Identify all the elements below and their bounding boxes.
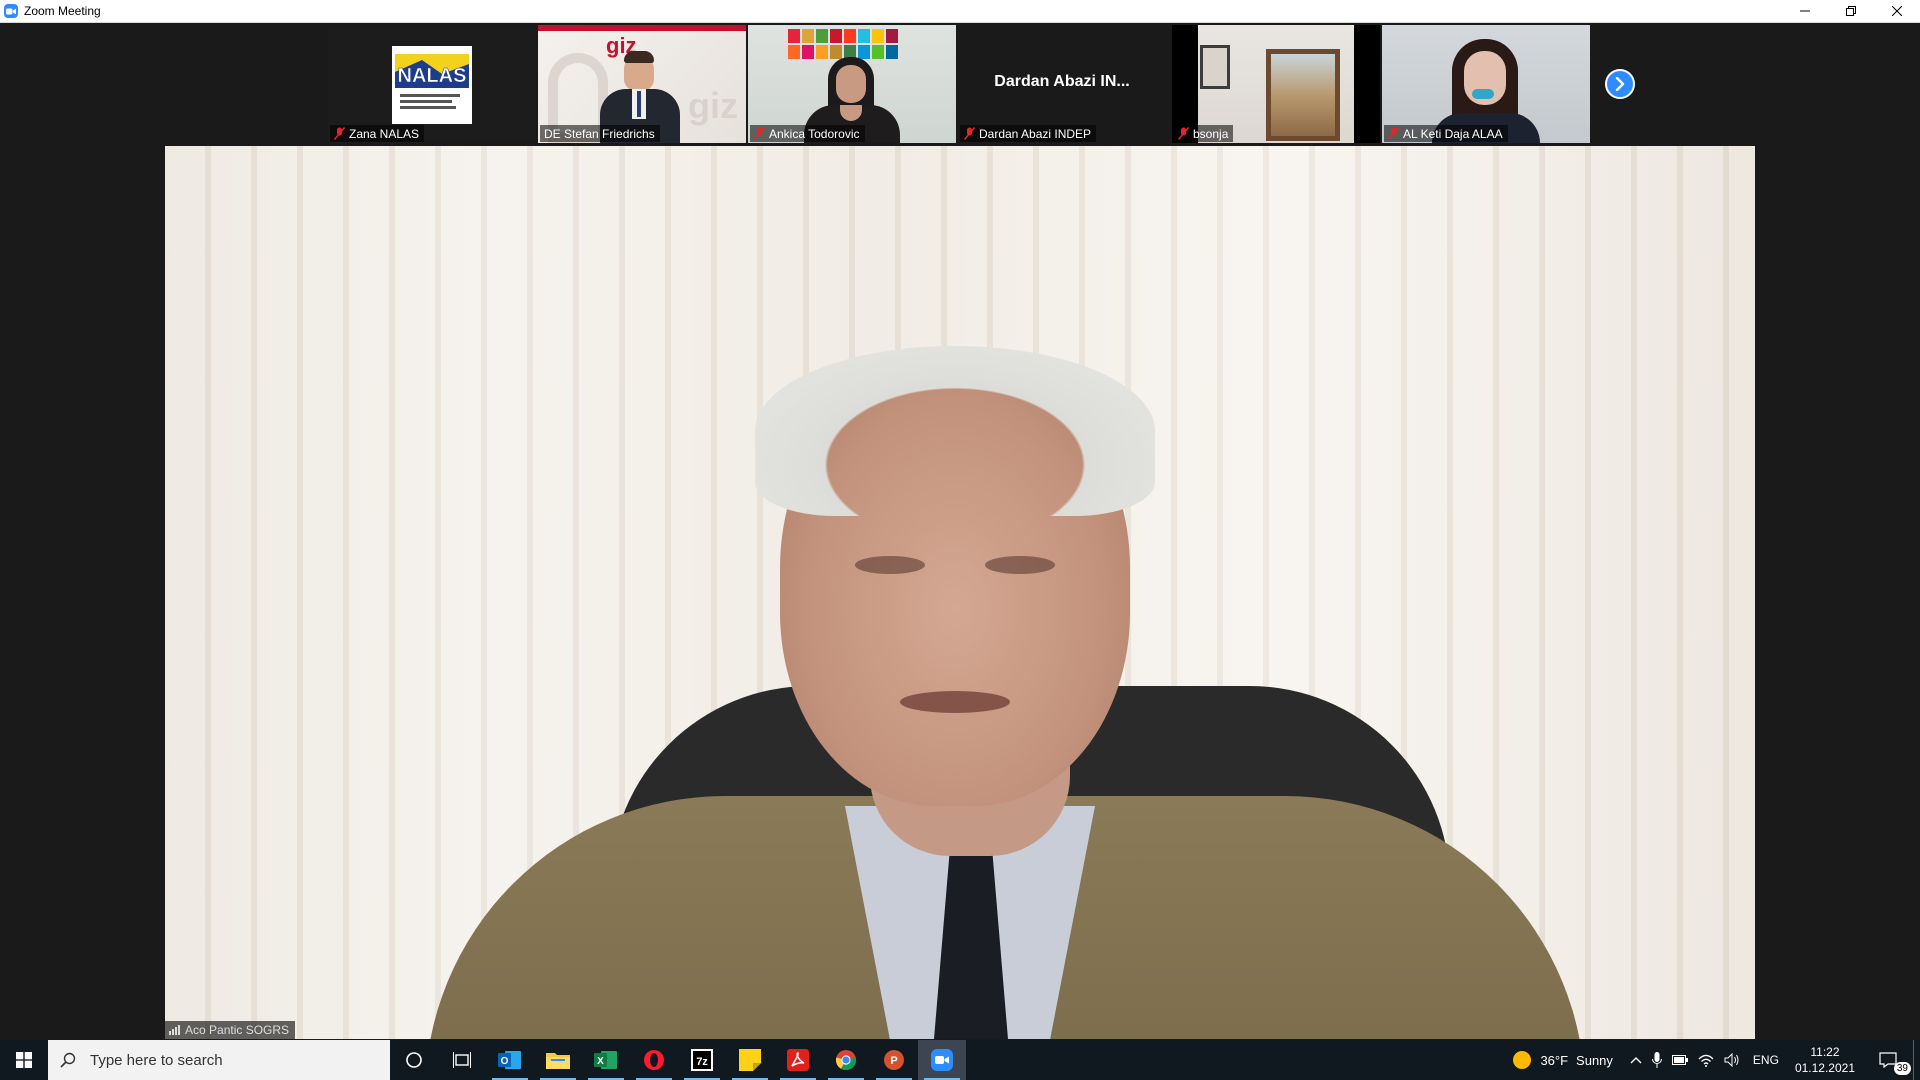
folder-icon	[546, 1053, 570, 1069]
sun-icon	[1513, 1051, 1532, 1069]
muted-mic-icon	[334, 127, 345, 140]
start-button[interactable]	[0, 1040, 48, 1080]
microphone-tray-button[interactable]	[1647, 1040, 1667, 1080]
active-speaker-video[interactable]: Aco Pantic SOGRS	[165, 146, 1755, 1039]
svg-text:7z: 7z	[696, 1056, 708, 1068]
participant-name-label: AL Keti Daja ALAA	[1384, 125, 1508, 142]
speaker-hair	[755, 346, 1155, 516]
windows-logo-icon	[16, 1052, 32, 1068]
wifi-icon	[1698, 1054, 1714, 1067]
restore-icon	[1846, 6, 1856, 16]
taskbar-excel[interactable]: X	[582, 1040, 630, 1080]
minimize-icon	[1800, 10, 1810, 12]
participant-tile[interactable]: NALAS Zana NALAS	[328, 25, 536, 143]
speaker-volume-icon	[1724, 1053, 1739, 1067]
task-view-button[interactable]	[438, 1040, 486, 1080]
opera-icon	[644, 1050, 664, 1070]
participant-tile[interactable]: Dardan Abazi IN... Dardan Abazi INDEP	[958, 25, 1166, 143]
battery-tray-button[interactable]	[1667, 1040, 1693, 1080]
nalas-logo: NALAS	[392, 46, 472, 124]
clock[interactable]: 11:22 01.12.2021	[1787, 1040, 1863, 1080]
chevron-right-icon	[1615, 77, 1625, 91]
taskbar-zoom[interactable]	[918, 1040, 966, 1080]
system-tray: 36°F Sunny ENG 11:22 01.12.2021 39	[1507, 1040, 1920, 1080]
minimize-button[interactable]	[1782, 0, 1828, 22]
language-indicator[interactable]: ENG	[1745, 1040, 1787, 1080]
close-icon	[1892, 6, 1902, 16]
7zip-icon: 7z	[691, 1049, 713, 1071]
taskbar-7zip[interactable]: 7z	[678, 1040, 726, 1080]
window-titlebar: Zoom Meeting	[0, 0, 1920, 23]
action-center-button[interactable]: 39	[1863, 1040, 1913, 1080]
zoom-app-icon	[4, 4, 18, 18]
signal-bars-icon	[169, 1025, 180, 1035]
window-controls	[1782, 0, 1920, 22]
taskbar-powerpoint[interactable]: P	[870, 1040, 918, 1080]
clock-time: 11:22	[1810, 1045, 1840, 1059]
taskbar-sticky-notes[interactable]	[726, 1040, 774, 1080]
svg-text:NALAS: NALAS	[398, 65, 467, 87]
zoom-icon	[931, 1049, 953, 1071]
participant-tile[interactable]: AL Keti Daja ALAA	[1382, 25, 1590, 143]
muted-mic-icon	[1178, 127, 1189, 140]
window-title: Zoom Meeting	[24, 4, 101, 18]
participant-name-label: Ankica Todorovic	[750, 125, 865, 142]
taskbar-chrome[interactable]	[822, 1040, 870, 1080]
svg-text:X: X	[597, 1056, 604, 1067]
participant-tile[interactable]: giz giz DE Stefan Friedrichs	[538, 25, 746, 143]
microphone-icon	[1651, 1052, 1662, 1068]
participant-name-label: bsonja	[1174, 125, 1234, 142]
cortana-icon	[406, 1052, 422, 1068]
cortana-button[interactable]	[390, 1040, 438, 1080]
powerpoint-icon: P	[884, 1050, 904, 1070]
battery-icon	[1671, 1055, 1688, 1065]
search-placeholder: Type here to search	[90, 1051, 223, 1069]
network-tray-button[interactable]	[1693, 1040, 1719, 1080]
restore-button[interactable]	[1828, 0, 1874, 22]
taskbar-acrobat[interactable]	[774, 1040, 822, 1080]
sdg-poster	[788, 29, 898, 59]
participant-tile[interactable]: Ankica Todorovic	[748, 25, 956, 143]
participant-name-label: Dardan Abazi INDEP	[960, 125, 1097, 142]
show-desktop-button[interactable]	[1913, 1040, 1920, 1080]
acrobat-icon	[787, 1049, 809, 1071]
active-speaker-name-label: Aco Pantic SOGRS	[165, 1021, 296, 1039]
next-page-button[interactable]	[1605, 69, 1635, 99]
show-hidden-icons-button[interactable]	[1625, 1040, 1647, 1080]
taskbar-outlook[interactable]: O	[486, 1040, 534, 1080]
participant-strip: NALAS Zana NALAS giz giz DE Stefan Fried…	[0, 23, 1920, 145]
clock-date: 01.12.2021	[1794, 1061, 1855, 1075]
participant-name-label: Zana NALAS	[330, 125, 425, 142]
notification-count-badge: 39	[1893, 1062, 1911, 1075]
meeting-area: NALAS Zana NALAS giz giz DE Stefan Fried…	[0, 23, 1920, 1039]
chevron-up-icon	[1630, 1057, 1642, 1064]
close-button[interactable]	[1874, 0, 1920, 22]
svg-text:P: P	[890, 1055, 897, 1067]
muted-mic-icon	[754, 127, 765, 140]
chrome-icon	[835, 1050, 857, 1071]
wall-painting	[1266, 49, 1340, 141]
search-icon	[60, 1052, 76, 1068]
weather-widget[interactable]: 36°F Sunny	[1507, 1040, 1624, 1080]
participant-name-label: DE Stefan Friedrichs	[540, 125, 660, 142]
sticky-notes-icon	[739, 1049, 761, 1071]
wall-picture	[1200, 45, 1230, 89]
taskbar-file-explorer[interactable]	[534, 1040, 582, 1080]
taskbar-search-box[interactable]: Type here to search	[48, 1040, 390, 1080]
windows-taskbar: Type here to search O X 7z P 36°F Sunny …	[0, 1040, 1920, 1080]
muted-mic-icon	[964, 127, 975, 140]
taskbar-opera[interactable]	[630, 1040, 678, 1080]
svg-text:O: O	[501, 1056, 509, 1067]
task-view-icon	[453, 1052, 471, 1068]
participant-display-name: Dardan Abazi IN...	[994, 73, 1130, 90]
muted-mic-icon	[1388, 127, 1399, 140]
participant-tile[interactable]: bsonja	[1172, 25, 1380, 143]
excel-icon: X	[594, 1051, 617, 1069]
outlook-icon: O	[498, 1051, 521, 1069]
volume-tray-button[interactable]	[1719, 1040, 1745, 1080]
